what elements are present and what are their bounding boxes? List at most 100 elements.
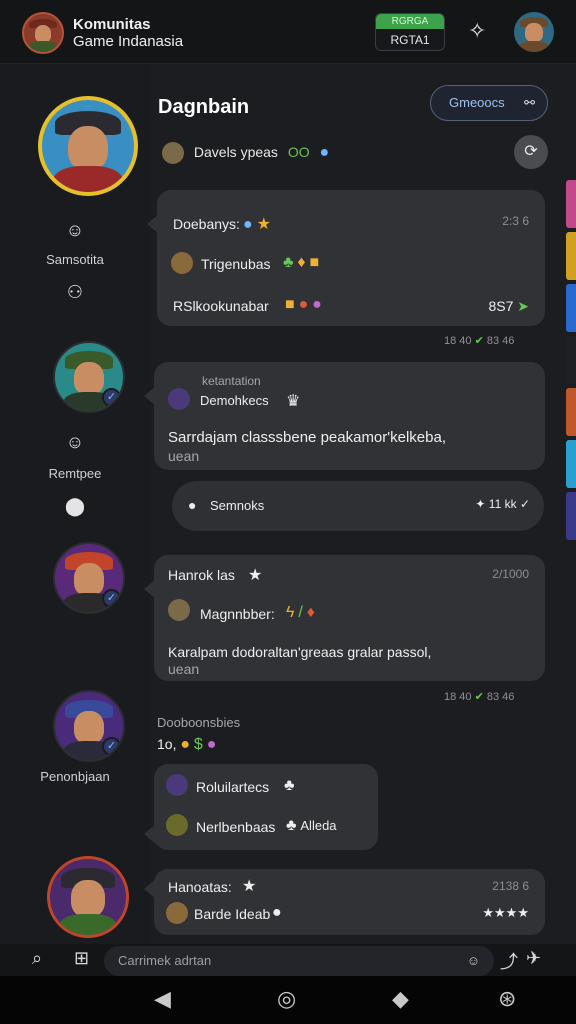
message-meta: 18 40 ✔ 83 46: [444, 691, 515, 703]
message-title: Hanrok las: [168, 567, 235, 583]
message-meta: 18 40 ✔ 83 46: [444, 335, 515, 347]
groups-button[interactable]: Gmeoocs ⚯: [430, 85, 548, 121]
leaf-icon: ♣: [283, 254, 294, 271]
message-bubble-3[interactable]: Hanrok las ★ 2/1000 Magnnbber: ϟ / ♦ Kar…: [144, 555, 545, 681]
globe-icon: ●: [319, 144, 330, 161]
satellite-icon[interactable]: ✧: [468, 18, 486, 44]
message-composer: ⌕ ⊞ Carrimek adrtan ☺ ⤴ ✈: [0, 944, 576, 976]
message-header: ketantation: [202, 374, 261, 388]
send-icon[interactable]: ✈: [526, 948, 541, 969]
leaf-icon: ♣: [286, 817, 297, 834]
side-thumbnail-strip[interactable]: [566, 180, 576, 570]
rail-label-2: Remtpee: [48, 466, 102, 481]
check-icon: ✔: [474, 335, 484, 347]
fire-icon: ●: [298, 296, 309, 313]
reply-indicator-icon: ●: [188, 497, 197, 513]
rail-label-3: Penonbjaan: [40, 769, 110, 784]
person-icon[interactable]: ☺: [0, 220, 150, 241]
check-icon: ✔: [474, 691, 484, 703]
message-time: 2138 6: [492, 879, 529, 893]
message-header: Dooboonsbies: [157, 715, 241, 730]
message-subtitle: Demohkecs: [200, 393, 269, 408]
group-icon[interactable]: ⚇: [0, 282, 150, 303]
message-time: 2:3 6: [502, 214, 529, 228]
verified-icon: ✓: [101, 387, 121, 407]
status-badge[interactable]: RGRGA RGTA1: [375, 13, 445, 51]
member-avatar-1[interactable]: [38, 96, 138, 196]
profile-avatar[interactable]: [514, 12, 554, 52]
system-nav-bar: ◀ ◎ ◆ ⊛: [0, 976, 576, 1024]
search-icon[interactable]: ⌕: [32, 948, 42, 969]
member-rail: ☺ Samsotita ⚇ ✓ ☺ Remtpee ⬤ ✓ ✓ Penonbja…: [0, 64, 150, 944]
mini-avatar: [168, 388, 190, 410]
message-bubble-2[interactable]: ketantation Demohkecs ♛ Sarrdajam classs…: [144, 362, 545, 470]
message-line: Nerlbenbaas: [196, 819, 276, 835]
message-title: Doebanys:: [173, 216, 240, 232]
recents-icon[interactable]: ◆: [392, 986, 409, 1012]
message-line: Trigenubas: [201, 256, 271, 272]
mini-avatar: [166, 902, 188, 924]
member-avatar-4[interactable]: ✓: [53, 690, 125, 762]
reply-label: Semnoks: [210, 498, 265, 513]
orb-icon: ●: [206, 736, 217, 753]
message-line: RSlkookunabar: [173, 298, 269, 314]
community-title: Komunitas Game Indanasia: [73, 16, 184, 50]
message-body: uean: [168, 661, 200, 677]
refresh-button[interactable]: ⟳: [514, 135, 548, 169]
mini-avatar: [162, 142, 184, 165]
message-line: Magnnbber:: [200, 606, 275, 622]
verified-icon: ✓: [101, 736, 121, 756]
gem-icon: ♦: [306, 604, 315, 621]
star-icon: ★: [248, 567, 263, 584]
person-add-icon[interactable]: ☺: [0, 432, 150, 453]
star-icon: ★: [256, 216, 271, 233]
location-pin-icon[interactable]: ⬤: [0, 496, 150, 517]
gem-icon: ♦: [297, 254, 306, 271]
message-subheader: 1o,: [157, 736, 177, 752]
trophy-icon: ♛: [286, 393, 301, 410]
mini-avatar: [171, 252, 193, 274]
coin-icon: $: [193, 736, 203, 753]
message-body: Karalpam dodoraltan'greaas gralar passol…: [168, 644, 432, 660]
top-app-bar: Komunitas Game Indanasia RGRGA RGTA1 ✧: [0, 0, 576, 64]
chat-subheader: Davels ypeas OO ●: [162, 140, 330, 165]
badge-icon: ■: [309, 254, 320, 271]
attach-icon[interactable]: ⤴: [500, 948, 518, 974]
grid-icon[interactable]: ⊞: [74, 948, 89, 969]
community-avatar[interactable]: [22, 12, 64, 54]
message-body: Sarrdajam classsbene peakamor'kelkeba,: [168, 429, 447, 446]
reaction-icons: ★★★★: [482, 905, 529, 920]
leaf-icon: ♣: [284, 777, 295, 794]
message-input[interactable]: Carrimek adrtan ☺: [104, 946, 494, 976]
flame-icon: ●: [272, 904, 282, 921]
rail-label-1: Samsotita: [46, 252, 104, 267]
home-icon[interactable]: ◎: [277, 986, 296, 1012]
message-title: Hanoatas:: [168, 879, 232, 895]
emoji-icon[interactable]: ☺: [467, 946, 480, 976]
mini-avatar: [166, 774, 188, 796]
message-bubble-5[interactable]: Hanoatas: ★ 2138 6 Barde Ideab ● ★★★★: [144, 869, 545, 935]
message-line: Barde Ideab: [194, 906, 271, 922]
shield-icon: ■: [285, 296, 295, 313]
link-icon: ⚯: [524, 95, 535, 110]
message-time: 2/1000: [492, 567, 529, 581]
message-bubble-4[interactable]: Roluilartecs ♣ Nerlbenbaas ♣ Alleda: [144, 764, 378, 850]
reply-icon: ➤: [517, 298, 529, 314]
reply-arrow-icon: ✦: [475, 497, 486, 511]
bolt-icon: ϟ: [286, 604, 295, 621]
message-body: uean: [168, 448, 200, 464]
reply-count: 8S7: [488, 298, 514, 314]
message-line: Roluilartecs: [196, 779, 270, 795]
member-avatar-2[interactable]: ✓: [53, 341, 125, 413]
mini-avatar: [168, 599, 190, 621]
member-avatar-5[interactable]: [47, 856, 129, 938]
reply-count: 11 kk: [488, 497, 517, 511]
reply-bubble[interactable]: ● Semnoks ✦ 11 kk ✓: [172, 481, 544, 531]
message-tag: Alleda: [300, 818, 337, 833]
message-bubble-1[interactable]: Doebanys: ● ★ 2:3 6 Trigenubas ♣ ♦ ■ RSl…: [147, 190, 545, 326]
assistant-icon[interactable]: ⊛: [498, 986, 516, 1012]
fire-icon: ●: [180, 736, 191, 753]
member-avatar-3[interactable]: ✓: [53, 542, 125, 614]
mini-avatar: [166, 814, 188, 836]
back-icon[interactable]: ◀: [154, 986, 171, 1012]
